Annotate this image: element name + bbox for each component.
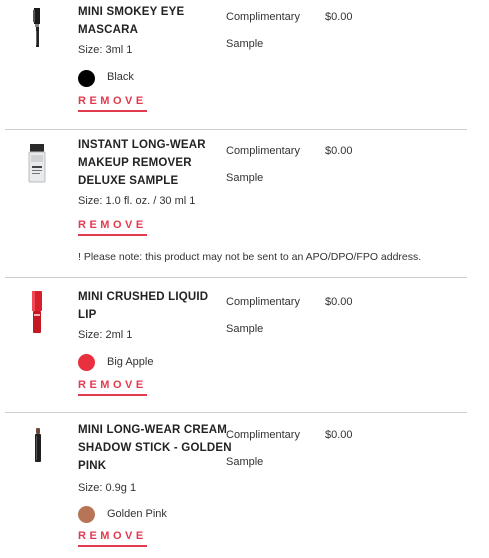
mascara-icon[interactable] <box>22 6 52 55</box>
sample-line-2: Sample <box>226 323 264 335</box>
sample-line-1: Complimentary <box>226 296 300 308</box>
sample-line-2: Sample <box>226 38 264 50</box>
shade-swatch <box>78 70 95 87</box>
sample-label: Complimentary Sample <box>226 11 300 51</box>
remove-button[interactable]: REMOVE <box>78 530 147 547</box>
sample-label: Complimentary Sample <box>226 429 300 469</box>
remover-bottle-icon[interactable] <box>22 142 52 191</box>
shade-name: Black <box>107 71 134 83</box>
product-name[interactable]: INSTANT LONG-WEAR MAKEUP REMOVER DELUXE … <box>78 136 228 190</box>
shadow-stick-icon[interactable] <box>22 426 52 471</box>
product-size: Size: 1.0 fl. oz. / 30 ml 1 <box>78 195 196 207</box>
item-divider <box>5 277 467 278</box>
product-name[interactable]: MINI CRUSHED LIQUID LIP <box>78 288 228 324</box>
shipping-restriction-note: ! Please note: this product may not be s… <box>78 251 422 263</box>
sample-line-1: Complimentary <box>226 429 300 441</box>
product-name[interactable]: MINI LONG-WEAR CREAM SHADOW STICK - GOLD… <box>78 421 233 475</box>
product-size: Size: 2ml 1 <box>78 329 133 341</box>
remove-button[interactable]: REMOVE <box>78 379 147 396</box>
sample-line-1: Complimentary <box>226 145 300 157</box>
product-name[interactable]: MINI SMOKEY EYE MASCARA <box>78 3 228 39</box>
item-divider <box>5 129 467 130</box>
shade-swatch <box>78 354 95 371</box>
shade-name: Golden Pink <box>107 508 167 520</box>
price: $0.00 <box>325 429 353 441</box>
price: $0.00 <box>325 145 353 157</box>
remove-button[interactable]: REMOVE <box>78 95 147 112</box>
remove-button[interactable]: REMOVE <box>78 219 147 236</box>
product-size: Size: 3ml 1 <box>78 44 133 56</box>
sample-line-2: Sample <box>226 172 264 184</box>
sample-line-1: Complimentary <box>226 11 300 23</box>
shade-swatch <box>78 506 95 523</box>
shade-name: Big Apple <box>107 356 154 368</box>
price: $0.00 <box>325 296 353 308</box>
price: $0.00 <box>325 11 353 23</box>
liquid-lip-icon[interactable] <box>22 290 52 341</box>
item-divider <box>5 412 467 413</box>
sample-label: Complimentary Sample <box>226 296 300 336</box>
sample-line-2: Sample <box>226 456 264 468</box>
product-size: Size: 0.9g 1 <box>78 482 137 494</box>
sample-label: Complimentary Sample <box>226 145 300 185</box>
